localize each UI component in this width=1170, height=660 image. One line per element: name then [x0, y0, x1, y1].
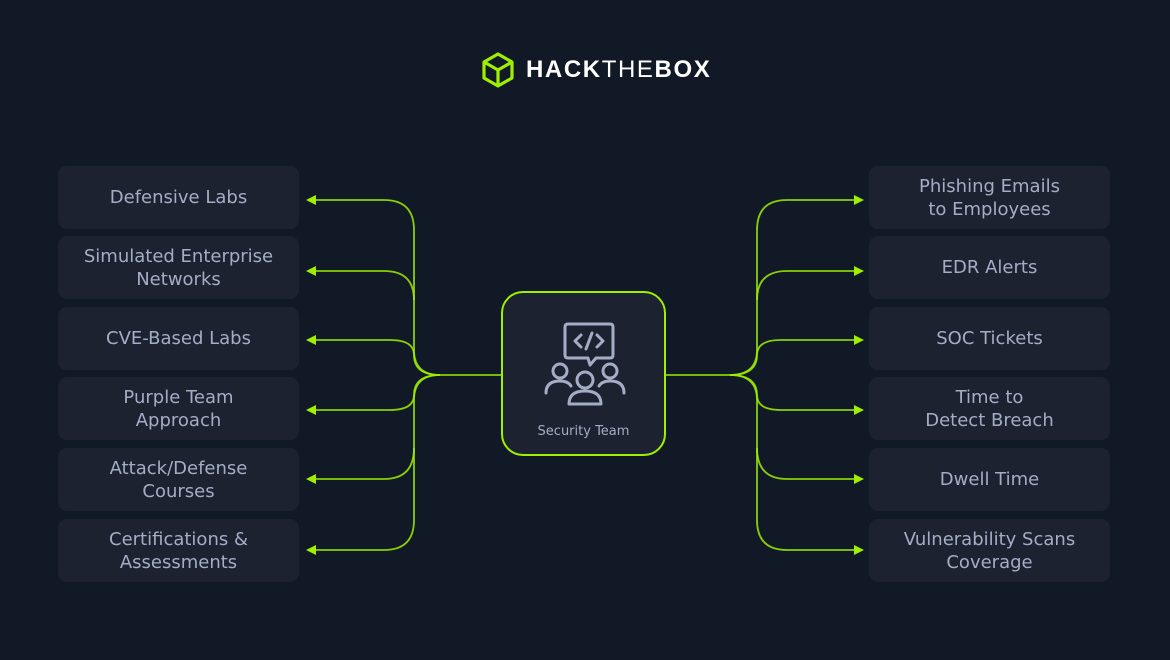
- left-item-simulated-enterprise-networks: Simulated Enterprise Networks: [58, 236, 299, 299]
- connector-right-1: [666, 199, 856, 376]
- left-item-label: CVE-Based Labs: [106, 328, 251, 349]
- right-item-label: Phishing Emails to Employees: [919, 175, 1060, 220]
- left-item-label: Attack/Defense Courses: [109, 457, 248, 502]
- arrow-left-5: [306, 474, 316, 484]
- right-item-time-to-detect-breach: Time to Detect Breach: [869, 377, 1110, 440]
- right-item-soc-tickets: SOC Tickets: [869, 307, 1110, 370]
- arrow-left-4: [306, 405, 316, 415]
- left-item-certifications-assessments: Certifications & Assessments: [58, 519, 299, 582]
- arrow-right-3: [854, 335, 864, 345]
- arrow-left-6: [306, 545, 316, 555]
- right-item-label: Vulnerability Scans Coverage: [903, 528, 1076, 573]
- connector-right-6: [729, 374, 856, 551]
- connector-left-2: [314, 270, 415, 301]
- left-item-label: Purple Team Approach: [123, 386, 234, 431]
- arrow-right-4: [854, 405, 864, 415]
- left-item-purple-team-approach: Purple Team Approach: [58, 377, 299, 440]
- left-item-defensive-labs: Defensive Labs: [58, 166, 299, 229]
- left-item-label: Defensive Labs: [109, 187, 248, 208]
- arrow-right-2: [854, 266, 864, 276]
- connector-left-3: [314, 339, 441, 376]
- arrow-right-1: [854, 195, 864, 205]
- left-item-cve-based-labs: CVE-Based Labs: [58, 307, 299, 370]
- left-item-attack-defense-courses: Attack/Defense Courses: [58, 448, 299, 511]
- right-item-label: EDR Alerts: [941, 257, 1038, 278]
- arrow-right-6: [854, 545, 864, 555]
- right-item-label: Time to Detect Breach: [925, 386, 1054, 431]
- right-item-phishing-emails: Phishing Emails to Employees: [869, 166, 1110, 229]
- center-label: Security Team: [537, 424, 630, 439]
- connector-left-6: [314, 374, 441, 551]
- team-code-chat-icon: [544, 322, 626, 406]
- connector-right-5: [756, 447, 856, 480]
- left-item-label: Simulated Enterprise Networks: [83, 245, 274, 290]
- right-item-edr-alerts: EDR Alerts: [869, 236, 1110, 299]
- arrow-left-3: [306, 335, 316, 345]
- arrow-right-5: [854, 474, 864, 484]
- arrow-left-2: [306, 266, 316, 276]
- left-item-label: Certifications & Assessments: [109, 528, 248, 573]
- arrow-left-1: [306, 195, 316, 205]
- right-item-label: SOC Tickets: [936, 328, 1043, 349]
- connector-right-2: [756, 270, 856, 301]
- security-team-node: Security Team: [501, 291, 666, 456]
- connector-left-1: [314, 199, 501, 376]
- right-item-vulnerability-scans: Vulnerability Scans Coverage: [869, 519, 1110, 582]
- right-item-label: Dwell Time: [939, 469, 1040, 490]
- connector-left-5: [314, 447, 415, 480]
- right-item-dwell-time: Dwell Time: [869, 448, 1110, 511]
